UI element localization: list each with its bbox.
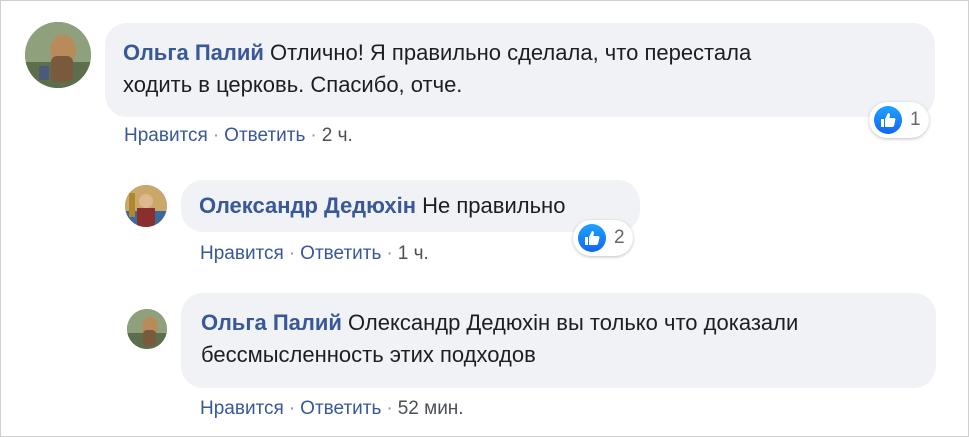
reaction-count: 1 [910,109,921,130]
separator: · [212,125,220,146]
comment-bubble: Ольга Палий Отлично! Я правильно сделала… [105,23,935,117]
comment-bubble: Олександр Дедюхін Не правильно [181,180,640,232]
reaction-count: 2 [614,227,625,248]
timestamp[interactable]: 1 ч. [398,243,429,264]
separator: · [288,398,296,419]
reply-link[interactable]: Ответить [224,125,305,146]
comment-author[interactable]: Олександр Дедюхін [199,193,416,218]
comment-text: бессмысленность этих подходов [201,342,536,367]
avatar[interactable] [25,22,91,88]
avatar[interactable] [125,185,167,227]
comment-actions: Нравится · Ответить · 1 ч. [200,243,429,265]
separator: · [386,398,393,419]
reaction-badge[interactable]: 1 [869,102,929,138]
like-link[interactable]: Нравится [200,243,284,264]
separator: · [288,243,296,264]
comment-author[interactable]: Ольга Палий [123,40,264,65]
profile-photo [25,22,91,88]
like-link[interactable]: Нравится [124,125,208,146]
timestamp[interactable]: 2 ч. [322,125,353,146]
comment-actions: Нравится · Ответить · 2 ч. [124,125,353,147]
reaction-badge[interactable]: 2 [573,220,633,256]
profile-photo [127,309,167,349]
comment-bubble: Ольга Палий Олександр Дедюхін вы только … [181,293,936,388]
like-link[interactable]: Нравится [200,398,284,419]
separator: · [310,125,317,146]
separator: · [386,243,393,264]
comment-text: Не правильно [422,193,566,218]
profile-photo [125,185,167,227]
reply-link[interactable]: Ответить [300,398,381,419]
like-icon [874,106,902,134]
avatar[interactable] [127,309,167,349]
like-icon [578,224,606,252]
comment-text: Отлично! Я правильно сделала, что перест… [270,40,752,65]
timestamp[interactable]: 52 мин. [398,398,464,419]
reply-link[interactable]: Ответить [300,243,381,264]
comment-actions: Нравится · Ответить · 52 мин. [200,398,464,420]
comment-thread: Ольга Палий Отлично! Я правильно сделала… [0,0,969,437]
comment-text: Олександр Дедюхін вы только что доказали [348,310,799,335]
comment-text: ходить в церковь. Спасибо, отче. [123,72,463,97]
comment-author[interactable]: Ольга Палий [201,310,342,335]
